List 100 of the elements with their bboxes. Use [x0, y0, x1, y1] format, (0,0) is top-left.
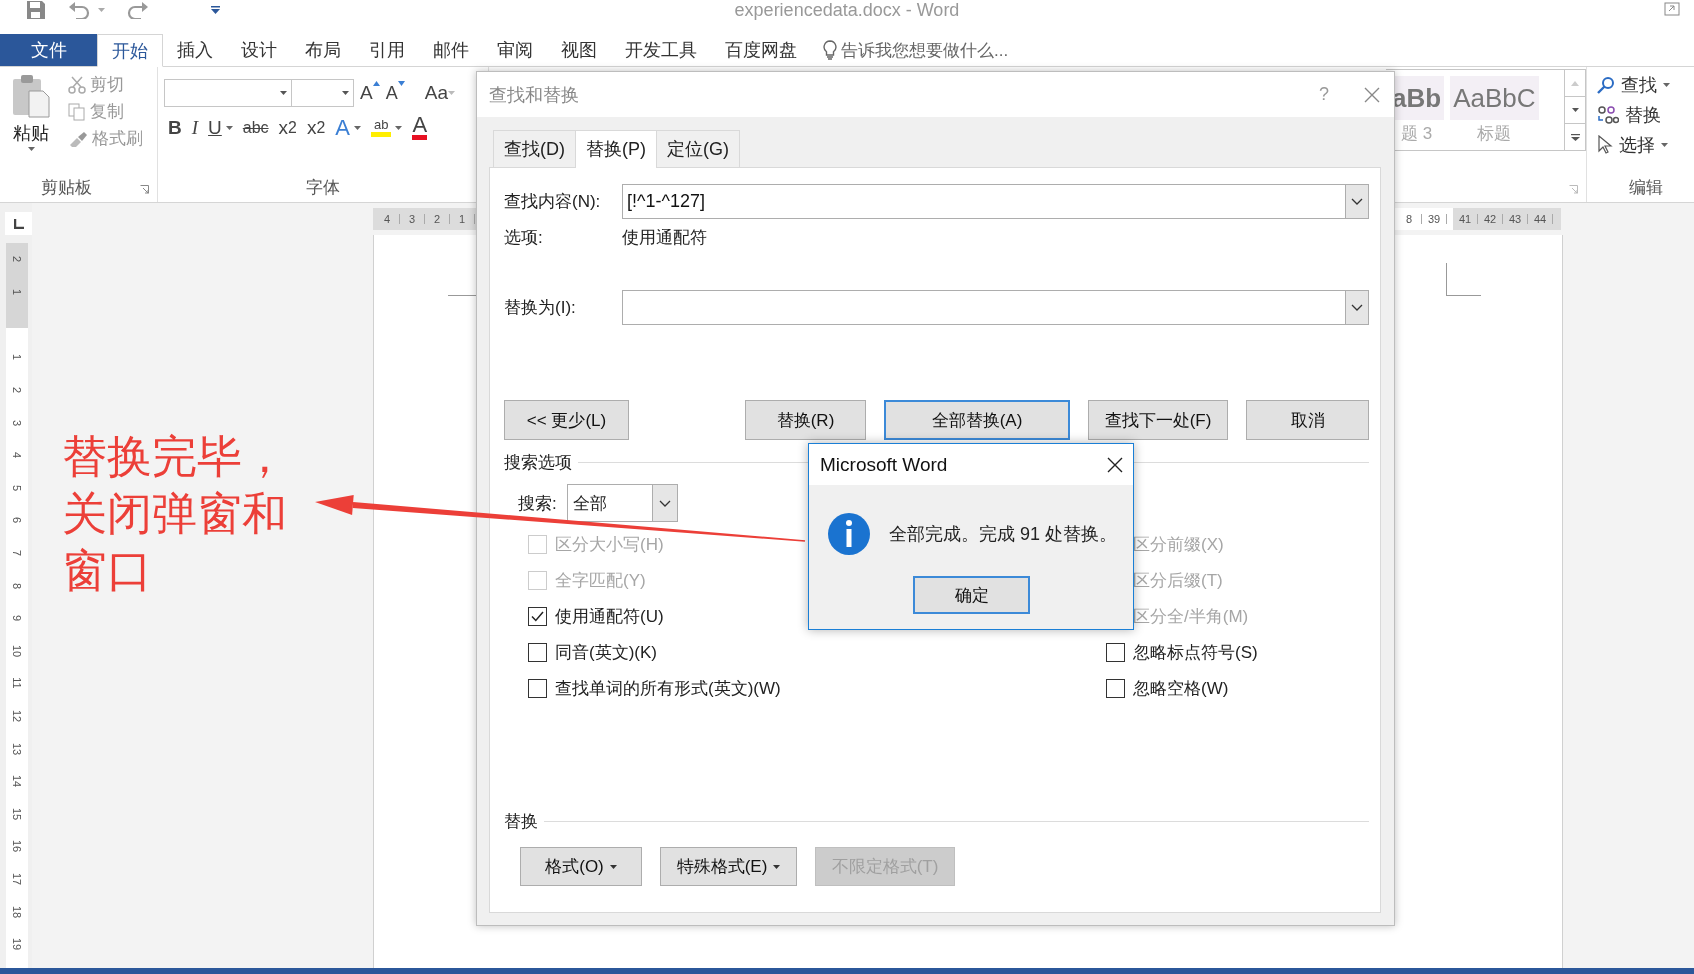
change-case-button[interactable]: Aa	[424, 81, 455, 105]
checkbox[interactable]	[528, 642, 547, 662]
file-tab[interactable]: 文件	[0, 34, 97, 66]
ribbon-tab[interactable]: 百度网盘	[711, 34, 811, 66]
ruler-number: 15	[11, 807, 23, 820]
select-button[interactable]: 选择	[1597, 133, 1694, 157]
dialog-tab[interactable]: 定位(G)	[656, 130, 740, 167]
underline-button[interactable]: U	[208, 115, 222, 140]
ribbon-tab[interactable]: 设计	[227, 34, 291, 66]
dialog-button[interactable]: 取消	[1246, 400, 1369, 440]
color-button[interactable]: A	[412, 115, 428, 140]
ruler-number: 1	[11, 288, 23, 295]
caret-icon	[280, 91, 287, 95]
chevron-down-icon	[1351, 304, 1363, 311]
effects-button[interactable]: A	[335, 115, 350, 140]
checkbox[interactable]	[528, 606, 547, 626]
italic-button[interactable]: I	[191, 115, 199, 140]
shrink-font-button[interactable]: A	[385, 81, 405, 105]
annotation-text: 关闭弹窗和	[62, 487, 287, 541]
checkbox-label: 同音(英文)(K)	[555, 641, 657, 664]
customize-icon[interactable]	[211, 6, 220, 14]
triangle-down-icon	[397, 81, 405, 86]
ruler-number: 11	[11, 677, 23, 690]
close-icon[interactable]	[1107, 456, 1123, 473]
input-field[interactable]: [!^1-^127]	[622, 184, 1345, 219]
replace-button[interactable]: 替换	[1597, 103, 1694, 127]
bold-button[interactable]: B	[168, 115, 182, 140]
save-icon[interactable]	[26, 1, 46, 19]
group-label: 字体	[305, 177, 341, 199]
ribbon-tab[interactable]: 引用	[355, 34, 419, 66]
redo-icon[interactable]	[127, 1, 149, 19]
ruler-number: 13	[11, 742, 23, 755]
ruler-number: 2	[11, 256, 23, 263]
checkbox-label: 全字匹配(Y)	[555, 569, 646, 592]
ribbon-tab[interactable]: 审阅	[483, 34, 547, 66]
dialog-title: 查找和替换	[489, 83, 580, 107]
checkbox[interactable]	[1106, 678, 1125, 698]
ribbon-tab[interactable]: 开发工具	[611, 34, 711, 66]
ruler-number: 39	[1422, 214, 1447, 224]
dropdown-button[interactable]	[1345, 290, 1369, 325]
ok-button[interactable]: 确定	[913, 576, 1030, 614]
caret-icon	[447, 91, 455, 95]
group-label: 剪贴板	[40, 177, 93, 199]
highlight-button[interactable]: ab	[370, 118, 392, 137]
ribbon-tab[interactable]: 视图	[547, 34, 611, 66]
input-field[interactable]	[622, 290, 1345, 325]
checkbox-label: 使用通配符(U)	[555, 605, 664, 628]
format-button[interactable]: 格式(O)	[520, 847, 642, 886]
ruler-number: 42	[1478, 214, 1503, 224]
ribbon-tab[interactable]: 邮件	[419, 34, 483, 66]
ruler-number: 17	[11, 872, 23, 886]
check-icon	[531, 610, 544, 622]
ruler-number: 7	[11, 550, 23, 557]
font-name-field[interactable]	[164, 79, 292, 107]
checkbox-label: 区分大小写(H)	[555, 533, 664, 556]
dropdown-button[interactable]	[1345, 184, 1369, 219]
copy-icon	[68, 102, 86, 121]
dialog-tab[interactable]: 替换(P)	[575, 130, 657, 168]
options-value: 使用通配符	[622, 226, 707, 249]
caret-icon	[27, 147, 35, 151]
checkbox-label: 忽略空格(W)	[1133, 677, 1229, 700]
dialog-tab[interactable]: 查找(D)	[493, 130, 576, 167]
less-button[interactable]: << 更少(L)	[504, 400, 629, 440]
tell-me-prompt[interactable]: 告诉我您想要做什么...	[841, 38, 1009, 62]
ribbon-tab[interactable]: 布局	[291, 34, 355, 66]
checkbox[interactable]	[528, 678, 547, 698]
ruler-number: 10	[11, 644, 23, 657]
dialog-button[interactable]: 替换(R)	[745, 400, 866, 440]
tab-selector[interactable]	[5, 212, 32, 235]
ruler-number: 8	[11, 582, 23, 589]
dialog-launcher-icon[interactable]	[1569, 185, 1578, 194]
checkbox[interactable]	[1106, 642, 1125, 662]
strike-button[interactable]: abc	[242, 115, 269, 140]
dialog-button[interactable]: 全部替换(A)	[884, 400, 1070, 440]
dialog-launcher-icon[interactable]	[140, 185, 149, 194]
undo-icon[interactable]	[68, 1, 90, 19]
restore-icon[interactable]	[1664, 2, 1680, 16]
format-button[interactable]: 特殊格式(E)	[660, 847, 797, 886]
ruler-number: 2	[425, 214, 450, 224]
ruler-number: 9	[11, 615, 23, 622]
paste-button[interactable]: 粘贴	[6, 73, 56, 174]
dialog-button[interactable]: 查找下一处(F)	[1088, 400, 1228, 440]
grow-font-button[interactable]: A	[360, 81, 380, 105]
annotation-text: 替换完毕，	[62, 430, 287, 484]
ruler-number: 2	[11, 387, 23, 394]
ruler-number: 18	[11, 905, 23, 918]
scissors-icon	[68, 75, 86, 94]
caret-icon	[395, 125, 403, 130]
message-title: Microsoft Word	[820, 453, 949, 476]
ribbon-tab[interactable]: 插入	[163, 34, 227, 66]
ruler-number: 1	[450, 214, 475, 224]
ribbon-tab[interactable]: 开始	[97, 34, 163, 67]
crop-mark	[1446, 263, 1481, 296]
window-title: experiencedata.docx - Word	[734, 0, 960, 20]
search-dropdown[interactable]: 全部	[566, 484, 678, 522]
font-size-field[interactable]	[292, 79, 354, 107]
search-icon	[1597, 76, 1615, 94]
find-button[interactable]: 查找	[1597, 73, 1694, 97]
checkbox-label: 区分全/半角(M)	[1133, 605, 1249, 628]
checkbox-label: 忽略标点符号(S)	[1133, 641, 1258, 664]
